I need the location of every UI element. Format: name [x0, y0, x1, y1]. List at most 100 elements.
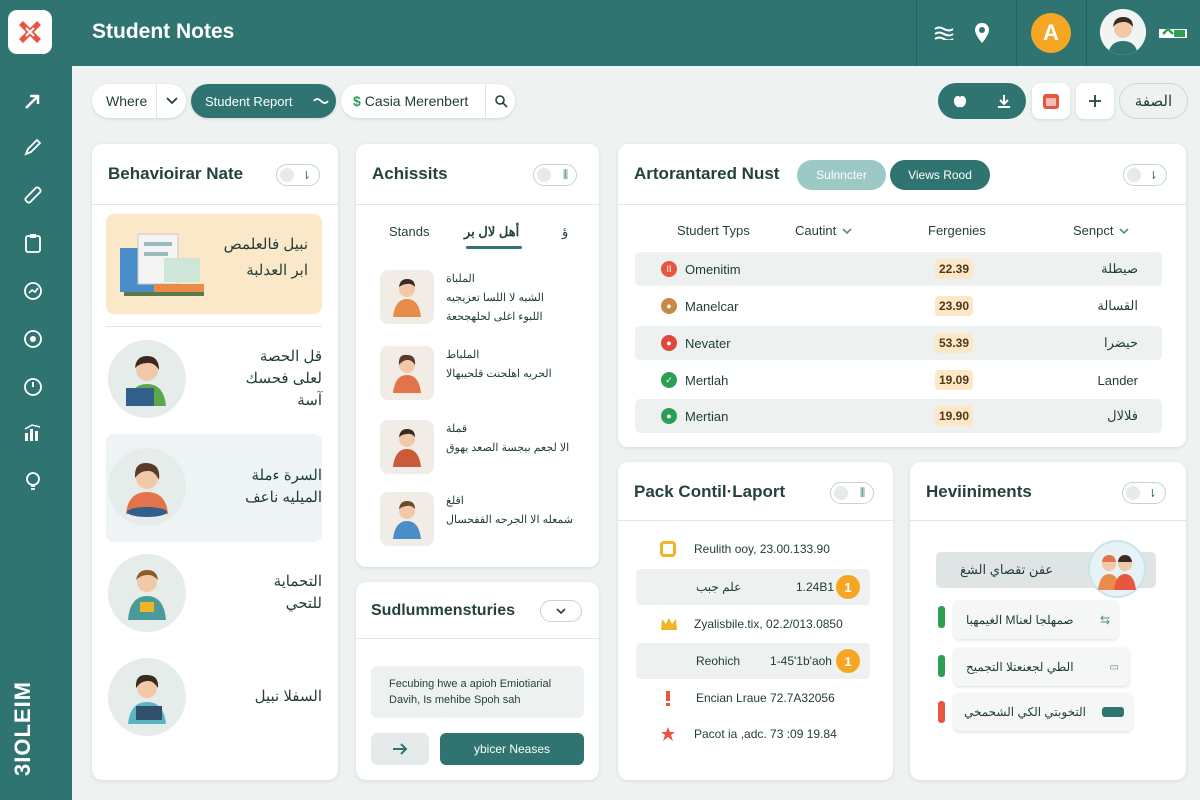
status-flag [938, 655, 945, 677]
row-value: 23.90 [935, 296, 974, 316]
table-row[interactable]: ● Manelcar 23.90 القسالة [635, 289, 1162, 323]
where-filter[interactable]: Where [92, 84, 186, 118]
row-value: 22.39 [935, 259, 974, 279]
pack-row-value: 1.24B1 [796, 580, 835, 594]
column-header[interactable]: Fergenies [928, 223, 986, 238]
achievement-item[interactable]: الملباط الحربه اهلحنت قلحيبهالا [380, 346, 580, 400]
sidebar-pencil-icon[interactable] [20, 182, 46, 208]
tab-other[interactable]: ؤ [562, 224, 568, 240]
sidebar: 3IOLEIM [0, 66, 72, 800]
sidebar-clipboard-icon[interactable] [20, 230, 46, 256]
progress-pill [1102, 707, 1124, 717]
pack-row[interactable]: Encian Lraue 72.7A32056 [636, 680, 870, 716]
behavioral-note-text: السفلا نبيل [254, 688, 322, 705]
heviniment-item[interactable]: الطي لجعنعتلا التجميح ▭ [954, 648, 1129, 686]
row-name: Nevater [685, 335, 731, 351]
sidebar-chart-circle-icon[interactable] [20, 278, 46, 304]
apple-icon[interactable] [938, 83, 982, 119]
language-button[interactable]: الصفة [1119, 83, 1188, 119]
student-avatar [108, 448, 186, 526]
tab-active-underline [466, 246, 522, 249]
behavioral-note-item[interactable]: التحماية للتحي [108, 554, 322, 632]
chevron-down-icon[interactable] [156, 84, 186, 118]
heviniment-item[interactable]: الغيمهبا Mصمهلجا لعنا ⇆ [954, 601, 1118, 639]
summaries-dropdown[interactable] [540, 600, 582, 622]
sidebar-bar-chart-icon[interactable] [20, 420, 46, 446]
behavioral-note-text: قل الحصة لعلى فحسك آسة [245, 348, 322, 409]
heviniment-item[interactable]: التخوبتي الكي الشحمخي [954, 693, 1132, 731]
achievement-item[interactable]: قملة الا لجعم بيجسة الصعد يهوق [380, 420, 580, 474]
achievement-thumbnail [380, 346, 434, 400]
status-flag [938, 701, 945, 723]
next-arrow-button[interactable] [371, 733, 429, 765]
attendance-filter-button[interactable]: Sulnncter [797, 160, 886, 190]
attendance-toggle[interactable]: ⇂ [1123, 164, 1167, 186]
star-icon [661, 727, 675, 741]
pack-row[interactable]: Reohich 1-45'1b'aoh 1 [636, 643, 870, 679]
sidebar-idea-icon[interactable] [20, 468, 46, 494]
achievement-text: قملة الا لجعم بيجسة الصعد يهوق [446, 423, 570, 454]
app-logo[interactable] [8, 10, 52, 54]
student-avatar [108, 554, 186, 632]
behavioral-note-item[interactable]: السرة ءملة الميليه ناعف [108, 448, 322, 526]
status-indicator-icon[interactable] [1158, 18, 1188, 48]
account-avatar[interactable]: A [1031, 13, 1071, 53]
student-report-label: Student Report [205, 93, 293, 109]
pack-row[interactable]: Reulith ooy, 23.00.133.90 [636, 531, 870, 567]
column-header[interactable]: Studert Typs [677, 223, 750, 238]
top-bar: Student Notes A [0, 0, 1200, 66]
pack-row-value: 1-45'1b'aoh [770, 654, 832, 668]
table-row[interactable]: ✓ Mertlah 19.09 Lander [635, 363, 1162, 397]
column-header[interactable]: Cautint [795, 223, 852, 238]
achievement-item[interactable]: الملباة الشيه لا اللسا تعزيجيه اللبوء اغ… [380, 270, 580, 327]
user-avatar[interactable] [1100, 9, 1146, 55]
sidebar-clock-icon[interactable] [20, 374, 46, 400]
heviniment-text: التخوبتي الكي الشحمخي [964, 705, 1086, 719]
student-report-filter[interactable]: Student Report [191, 84, 336, 118]
status-icon: ✓ [661, 372, 677, 388]
swap-icon[interactable]: ⇆ [1100, 613, 1110, 627]
where-filter-label: Where [106, 93, 148, 109]
table-row[interactable]: ● Nevater 53.39 حيضرا [635, 326, 1162, 360]
student-search[interactable]: $ Casia Merenbert [341, 84, 515, 118]
views-report-button[interactable]: Views Rood [890, 160, 990, 190]
heviniment-text: الغيمهبا Mصمهلجا لعنا [966, 613, 1074, 627]
behavioral-note-text: التحماية للتحي [273, 573, 322, 612]
achievement-item[interactable]: اقلغ شمعله الا الجرحه القفحسال [380, 492, 580, 546]
pack-row-text: Encian Lraue 72.7A32056 [696, 691, 835, 705]
row-value: 53.39 [935, 333, 974, 353]
column-header[interactable]: Senpct [1073, 223, 1130, 238]
behavioral-notes-toggle[interactable]: ⇂ [276, 164, 320, 186]
heviniments-toggle[interactable]: ⇂ [1122, 482, 1166, 504]
pack-row-text: Pacot ia ,adc. 73 :09 19.84 [694, 727, 837, 741]
pack-row[interactable]: Pacot ia ,adc. 73 :09 19.84 [636, 716, 870, 752]
chevron-down-icon [556, 608, 566, 614]
sidebar-target-icon[interactable] [20, 326, 46, 352]
pack-row[interactable]: علم جبب 1.24B1 1 [636, 569, 870, 605]
pack-row[interactable]: Zyalisbile.tix, 02.2/013.0850 [636, 606, 870, 642]
tab-active[interactable]: أهل لال بر [464, 224, 519, 240]
tab-stands[interactable]: Stands [389, 224, 429, 239]
table-row[interactable]: II Omenitim 22.39 صيطلة [635, 252, 1162, 286]
sidebar-arrow-icon[interactable] [20, 88, 46, 114]
table-row[interactable]: ● Mertian 19.90 فلالال [635, 399, 1162, 433]
dollar-icon: $ [353, 93, 361, 109]
search-icon[interactable] [485, 84, 515, 118]
coin-icon [660, 541, 676, 557]
add-button[interactable] [1076, 83, 1114, 119]
menu-icon[interactable] [929, 18, 959, 48]
sidebar-pen-icon[interactable] [20, 134, 46, 160]
card-icon[interactable]: ▭ [1110, 662, 1119, 673]
location-pin-icon[interactable] [967, 18, 997, 48]
download-icon[interactable] [982, 83, 1026, 119]
behavioral-note-featured[interactable]: نبيل فالعلمص ابر العدلبة [106, 214, 322, 314]
behavioral-note-item[interactable]: السفلا نبيل [108, 658, 322, 736]
achievement-thumbnail [380, 420, 434, 474]
achievements-title: Achissits [372, 164, 448, 183]
row-name: Mertlah [685, 372, 729, 388]
calendar-button[interactable] [1032, 83, 1070, 119]
behavioral-note-item[interactable]: قل الحصة لعلى فحسك آسة [108, 340, 322, 418]
achievements-toggle[interactable]: ⫼ [533, 164, 577, 186]
summaries-action-button[interactable]: ybicer Neases [440, 733, 584, 765]
pack-content-toggle[interactable]: ⫼ [830, 482, 874, 504]
